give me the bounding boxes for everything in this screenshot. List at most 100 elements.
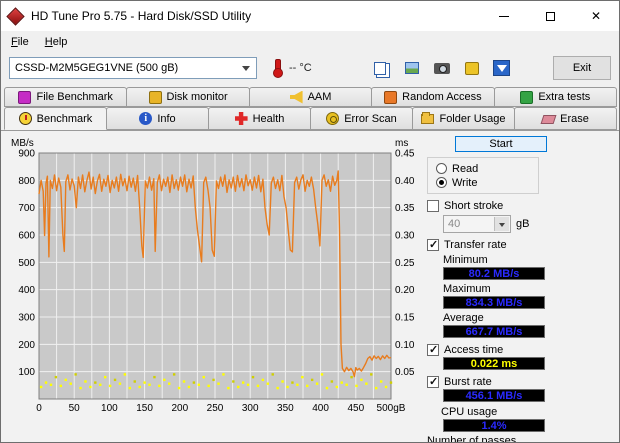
close-button[interactable]: ✕ (573, 1, 619, 31)
tab-row-secondary: File BenchmarkDisk monitorAAM Random Acce… (1, 87, 619, 107)
svg-text:0: 0 (36, 403, 42, 414)
burst-rate-value: 456.1 MB/s (443, 389, 545, 402)
tab-extra-tests[interactable]: Extra tests (494, 87, 617, 107)
svg-text:500gB: 500gB (377, 403, 406, 414)
access-time-checkbox[interactable] (427, 344, 439, 356)
svg-text:0.10: 0.10 (395, 340, 415, 351)
svg-text:350: 350 (277, 403, 294, 414)
read-radio-row[interactable]: Read (436, 162, 538, 175)
random-access-icon (384, 91, 397, 104)
svg-text:200: 200 (18, 340, 35, 351)
exit-button[interactable]: Exit (553, 56, 611, 80)
tab-info[interactable]: Info (106, 107, 209, 130)
copy-image-button[interactable] (400, 57, 424, 79)
short-stroke-checkbox[interactable] (427, 200, 439, 212)
screenshot-button[interactable] (430, 57, 454, 79)
start-button[interactable]: Start (455, 136, 547, 152)
svg-text:300: 300 (242, 403, 259, 414)
tab-label: Health (253, 113, 285, 125)
window-title: HD Tune Pro 5.75 - Hard Disk/SSD Utility (31, 9, 251, 23)
short-stroke-label: Short stroke (444, 200, 503, 212)
short-stroke-row[interactable]: Short stroke (427, 200, 617, 212)
hdtune-window: HD Tune Pro 5.75 - Hard Disk/SSD Utility… (0, 0, 620, 443)
benchmark-content: MB/sms1002003004005006007008009000.050.1… (1, 130, 619, 442)
svg-text:0.40: 0.40 (395, 176, 415, 187)
svg-text:300: 300 (18, 313, 35, 324)
toolbar-icons (370, 57, 514, 79)
tab-random-access[interactable]: Random Access (371, 87, 494, 107)
cpu-usage-label: CPU usage (441, 406, 617, 418)
maximum-value: 834.3 MB/s (443, 296, 545, 309)
svg-text:0.15: 0.15 (395, 313, 415, 324)
svg-text:400: 400 (18, 285, 35, 296)
svg-text:MB/s: MB/s (11, 138, 34, 149)
svg-text:100: 100 (18, 367, 35, 378)
svg-text:500: 500 (18, 258, 35, 269)
download-arrow-icon (493, 60, 510, 76)
svg-text:0.05: 0.05 (395, 367, 415, 378)
camera-icon (434, 63, 450, 74)
svg-text:250: 250 (207, 403, 224, 414)
tab-erase[interactable]: Erase (514, 107, 617, 130)
benchmark-panel: Start Read Write Short stroke 40 (421, 131, 617, 442)
svg-text:50: 50 (69, 403, 81, 414)
write-radio[interactable] (436, 177, 447, 188)
app-icon (6, 7, 24, 25)
transfer-rate-checkbox[interactable] (427, 239, 439, 251)
svg-text:0.20: 0.20 (395, 285, 415, 296)
mode-group: Read Write (427, 157, 539, 194)
svg-text:200: 200 (171, 403, 188, 414)
drive-select[interactable]: CSSD-M2M5GEG1VNE (500 gB) (9, 57, 257, 79)
copy-info-button[interactable] (370, 57, 394, 79)
minimize-button[interactable] (481, 1, 527, 31)
drive-select-value: CSSD-M2M5GEG1VNE (500 gB) (15, 62, 178, 74)
maximize-icon (546, 12, 555, 21)
erase-icon (541, 115, 557, 124)
passes-label: Number of passes (427, 435, 617, 443)
menu-file[interactable]: File (3, 33, 37, 51)
chevron-down-icon (242, 66, 250, 71)
tab-label: Random Access (402, 91, 481, 103)
read-radio[interactable] (436, 163, 447, 174)
minimum-label: Minimum (443, 254, 617, 266)
close-icon: ✕ (591, 10, 601, 22)
tab-folder-usage[interactable]: Folder Usage (412, 107, 515, 130)
tab-file-benchmark[interactable]: File Benchmark (4, 87, 127, 107)
aam-icon (290, 91, 303, 104)
svg-text:100: 100 (101, 403, 118, 414)
copy-pages-icon (374, 62, 386, 75)
capture-options-button[interactable] (460, 57, 484, 79)
short-stroke-size-select[interactable]: 40 (443, 215, 511, 233)
access-time-label: Access time (444, 344, 503, 356)
toolbar: CSSD-M2M5GEG1VNE (500 gB) -- °C Exit (1, 52, 619, 84)
short-stroke-unit-label: gB (516, 218, 529, 230)
tab-disk-monitor[interactable]: Disk monitor (126, 87, 249, 107)
save-button[interactable] (490, 57, 514, 79)
svg-text:0.35: 0.35 (395, 203, 415, 214)
svg-text:0.45: 0.45 (395, 149, 415, 160)
transfer-rate-row[interactable]: Transfer rate (427, 239, 617, 251)
burst-rate-row[interactable]: Burst rate (427, 376, 617, 388)
svg-text:600: 600 (18, 231, 35, 242)
burst-rate-checkbox[interactable] (427, 376, 439, 388)
tab-aam[interactable]: AAM (249, 87, 372, 107)
health-icon (235, 112, 248, 125)
titlebar: HD Tune Pro 5.75 - Hard Disk/SSD Utility… (1, 1, 619, 31)
maximize-button[interactable] (527, 1, 573, 31)
temperature-icon (271, 58, 283, 78)
average-label: Average (443, 312, 617, 324)
svg-text:0.30: 0.30 (395, 231, 415, 242)
tab-label: Info (157, 113, 175, 125)
write-radio-row[interactable]: Write (436, 176, 538, 189)
menu-help[interactable]: Help (37, 33, 76, 51)
tab-error-scan[interactable]: Error Scan (310, 107, 413, 130)
tab-health[interactable]: Health (208, 107, 311, 130)
access-time-row[interactable]: Access time (427, 344, 617, 356)
image-icon (405, 62, 419, 74)
maximum-label: Maximum (443, 283, 617, 295)
tab-label: Error Scan (344, 113, 397, 125)
tab-benchmark[interactable]: Benchmark (4, 107, 107, 130)
menubar: File Help (1, 31, 619, 52)
tab-label: Extra tests (538, 91, 590, 103)
benchmark-icon (19, 112, 32, 125)
